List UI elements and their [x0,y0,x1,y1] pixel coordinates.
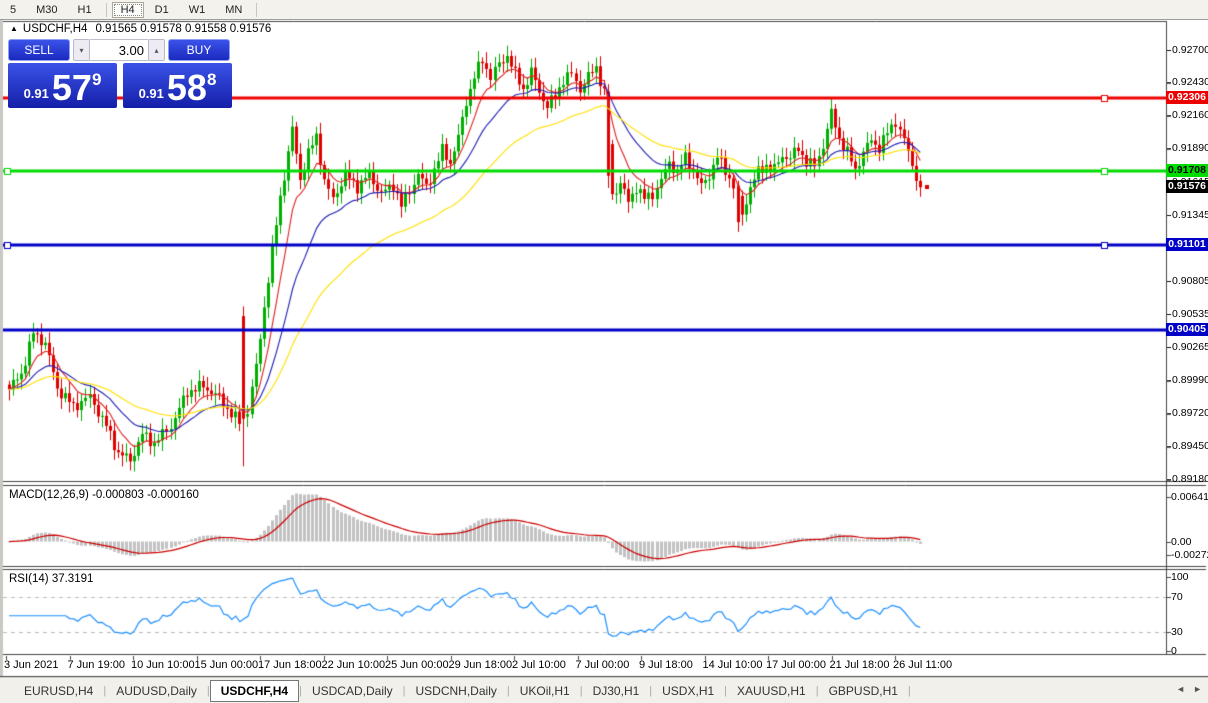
sell-button[interactable]: SELL [8,39,70,61]
volume-input[interactable] [90,39,148,61]
timeframe-button-w1[interactable]: W1 [180,2,215,18]
macd-axis-label: 0.006413 [1171,491,1208,503]
timeframe-button-d1[interactable]: D1 [146,2,178,18]
buy-button[interactable]: BUY [168,39,230,61]
price-tick-label: 0.90265 [1172,341,1208,353]
timeframe-button-mn[interactable]: MN [216,2,251,18]
time-tick-label: 7 Jun 19:00 [68,659,126,671]
price-tick-label: 0.92430 [1172,76,1208,88]
chart-tab-dj30-h1[interactable]: DJ30,H1 [583,681,650,701]
chart-collapse-icon[interactable]: ▲ [10,24,18,33]
ask-price-display[interactable]: 0.91 58 8 [123,63,232,108]
macd-indicator-label: MACD(12,26,9) -0.000803 -0.000160 [9,489,199,501]
time-tick-label: 22 Jun 10:00 [322,659,386,671]
price-level-badge: 0.91708 [1166,164,1208,177]
rsi-indicator-label: RSI(14) 37.3191 [9,573,93,585]
bid-big-digits: 57 [52,71,92,105]
rsi-axis-label: 30 [1171,626,1183,638]
time-tick-label: 7 Jul 00:00 [576,659,630,671]
time-tick-label: 2 Jul 10:00 [512,659,566,671]
price-level-badge: 0.91576 [1166,180,1208,193]
macd-axis-label: 0.00 [1171,536,1191,548]
chart-tab-ukoil-h1[interactable]: UKOil,H1 [510,681,580,701]
price-tick-label: 0.92700 [1172,44,1208,56]
time-tick-label: 9 Jul 18:00 [639,659,693,671]
time-tick-label: 14 Jul 10:00 [703,659,763,671]
price-tick-label: 0.91345 [1172,209,1208,221]
volume-decrease-button[interactable]: ▾ [73,39,90,61]
toolbar-separator [106,3,107,17]
timeframe-button-5[interactable]: 5 [1,2,25,18]
ask-big-digits: 58 [167,71,207,105]
timeframe-button-m30[interactable]: M30 [27,2,66,18]
time-tick-label: 25 Jun 00:00 [385,659,449,671]
price-tick-label: 0.90805 [1172,275,1208,287]
price-level-badge: 0.91101 [1166,238,1208,251]
chart-tab-eurusd-h4[interactable]: EURUSD,H4 [14,681,103,701]
time-tick-label: 17 Jul 00:00 [766,659,826,671]
time-tick-label: 3 Jun 2021 [4,659,58,671]
tabs-scroll-left-button[interactable]: ◄ [1176,684,1185,694]
chart-tabs-bar: EURUSD,H4|AUDUSD,Daily|USDCHF,H4|USDCAD,… [0,677,1208,703]
macd-axis-label: -0.00272 [1171,549,1208,561]
rsi-axis-label: 0 [1171,645,1177,657]
chart-tab-xauusd-h1[interactable]: XAUUSD,H1 [727,681,816,701]
mt4-window: { "icons": { "collapse_triangle": "▲", "… [0,0,1208,703]
time-tick-label: 26 Jul 11:00 [893,659,952,671]
chart-tab-gbpusd-h1[interactable]: GBPUSD,H1 [819,681,908,701]
chart-title-ohlc: 0.91565 0.91578 0.91558 0.91576 [95,23,271,35]
time-tick-label: 17 Jun 18:00 [258,659,322,671]
rsi-axis-label: 100 [1171,571,1189,583]
price-tick-label: 0.90535 [1172,308,1208,320]
chart-tab-audusd-daily[interactable]: AUDUSD,Daily [106,681,207,701]
price-tick-label: 0.89450 [1172,440,1208,452]
chart-tab-usdx-h1[interactable]: USDX,H1 [652,681,724,701]
bid-pip-digit: 9 [92,70,101,90]
toolbar-separator [256,3,257,17]
one-click-trade-panel: SELL ▾ ▴ BUY 0.91 57 9 0.91 58 8 [8,39,232,108]
time-tick-label: 29 Jun 18:00 [449,659,513,671]
price-level-badge: 0.90405 [1166,323,1208,336]
chart-tab-usdcad-daily[interactable]: USDCAD,Daily [302,681,403,701]
ask-prefix: 0.91 [139,86,164,101]
tabs-scroll-right-button[interactable]: ► [1193,684,1202,694]
price-level-badge: 0.92306 [1166,91,1208,104]
bid-price-display[interactable]: 0.91 57 9 [8,63,117,108]
timeframe-button-h4[interactable]: H4 [112,2,144,18]
price-tick-label: 0.89180 [1172,473,1208,485]
time-tick-label: 15 Jun 00:00 [195,659,259,671]
time-tick-label: 21 Jul 18:00 [830,659,890,671]
chart-tab-usdchf-h4[interactable]: USDCHF,H4 [210,680,299,702]
timeframe-button-h1[interactable]: H1 [69,2,101,18]
price-tick-label: 0.92160 [1172,109,1208,121]
tab-separator: | [908,685,911,697]
ask-pip-digit: 8 [207,70,216,90]
chart-tab-usdcnh-daily[interactable]: USDCNH,Daily [406,681,507,701]
timeframe-toolbar: 5M30H1 H4D1W1MN [0,0,1208,20]
chart-title: ▲ USDCHF,H4 0.91565 0.91578 0.91558 0.9157… [10,23,271,35]
price-tick-label: 0.89720 [1172,407,1208,419]
price-tick-label: 0.91890 [1172,142,1208,154]
rsi-axis-label: 70 [1171,591,1183,603]
price-tick-label: 0.89990 [1172,374,1208,386]
time-tick-label: 10 Jun 10:00 [131,659,195,671]
bid-prefix: 0.91 [24,86,49,101]
volume-increase-button[interactable]: ▴ [148,39,165,61]
chart-title-symbol: USDCHF,H4 [23,23,88,35]
